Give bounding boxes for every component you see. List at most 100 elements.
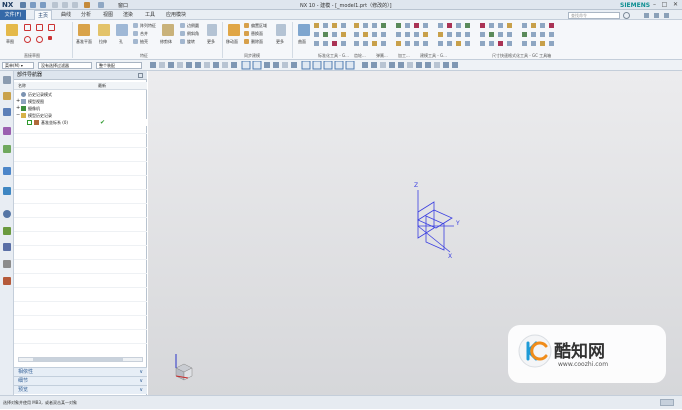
array-feature-icon[interactable] (133, 23, 138, 28)
revolve-icon[interactable] (180, 39, 185, 44)
web-browser-icon[interactable] (3, 187, 11, 195)
group-gear: 齿轮... (354, 53, 366, 58)
status-options-icon[interactable] (660, 399, 674, 406)
system-scene-icon[interactable] (3, 277, 11, 285)
tree-row-model-history[interactable]: − 模型历史记录 (14, 112, 147, 119)
reuse-library-icon[interactable] (3, 145, 11, 153)
group-separator (222, 22, 223, 58)
group-separator (292, 22, 293, 58)
navigator-horizontal-scrollbar[interactable] (18, 357, 143, 362)
more-features-label: 更多 (207, 39, 215, 44)
settings-icon[interactable] (654, 13, 659, 18)
tree-row-model-views[interactable]: + 模型视图 (14, 98, 147, 105)
gc-toolbox-icon-grid[interactable] (314, 23, 574, 51)
window-title: NX 10 - 建模 - [_model1.prt（修改的）] (300, 3, 392, 9)
datum-plane-icon[interactable] (78, 24, 90, 36)
system-materials-icon[interactable] (3, 227, 11, 235)
copy-icon[interactable] (62, 2, 68, 8)
navigator-column-header: 名称 最新 (14, 82, 147, 90)
tab-tools[interactable]: 工具 (142, 10, 158, 20)
hole-icon[interactable] (116, 24, 128, 36)
extrude-icon[interactable] (98, 24, 110, 36)
tree-row-history-mode[interactable]: 历史记录模式 (14, 91, 147, 98)
shell-icon[interactable] (133, 39, 138, 44)
selection-scope-dropdown[interactable]: 整个装配 (96, 62, 142, 69)
rectangle-icon[interactable] (36, 24, 43, 31)
edge-blend-icon[interactable] (180, 23, 185, 28)
cut-icon[interactable] (52, 2, 58, 8)
repeat-command-icon[interactable] (98, 2, 104, 8)
minimize-icon[interactable]: – (650, 1, 659, 8)
tab-home[interactable]: 主页 (34, 10, 53, 20)
tab-applications[interactable]: 应用模块 (163, 10, 189, 20)
delete-face-icon[interactable] (244, 39, 249, 44)
group-modeling-tools: 建模工具 - G... (420, 53, 447, 58)
arc-icon[interactable] (24, 36, 31, 43)
nx-logo: NX (2, 1, 14, 9)
ribbon-options[interactable] (644, 12, 674, 19)
panel-dependencies[interactable]: 相依性 ∨ (14, 367, 147, 376)
surface-icon[interactable] (298, 24, 310, 36)
expand-icon[interactable]: + (16, 105, 20, 112)
tree-row-cameras[interactable]: + 摄像机 (14, 105, 147, 112)
window-menu[interactable]: 窗口 (118, 2, 128, 9)
tab-view[interactable]: 视图 (100, 10, 116, 20)
scroll-thumb[interactable] (33, 358, 123, 361)
move-face-icon[interactable] (228, 24, 240, 36)
x-axis[interactable] (417, 225, 451, 253)
sketch-icon[interactable] (6, 24, 18, 36)
offset-region-icon[interactable] (244, 23, 249, 28)
expand-icon[interactable]: + (16, 98, 20, 105)
polyline-icon[interactable] (48, 24, 55, 31)
part-navigator-panel: 部件导航器 名称 最新 历史记录模式 + 模型视图 + 摄像机 − 模型历史记录… (14, 71, 147, 395)
circle-icon[interactable] (36, 36, 43, 43)
panel-details[interactable]: 细节 ∨ (14, 376, 147, 385)
command-search-input[interactable]: 查找命令 (568, 12, 620, 19)
x-axis-label: X (448, 253, 452, 260)
navigator-pin-icon[interactable] (138, 73, 143, 78)
tree-row-datum-csys[interactable]: 基准坐标系 (0) ✔ (14, 119, 147, 126)
tree-row-label: 历史记录模式 (28, 92, 52, 97)
undo-icon[interactable] (30, 2, 36, 8)
view-triad-icon (175, 354, 193, 381)
expand-icon[interactable] (664, 13, 669, 18)
tab-analysis[interactable]: 分析 (78, 10, 94, 20)
tab-render[interactable]: 渲染 (120, 10, 136, 20)
more-features-icon[interactable] (207, 24, 217, 36)
paste-icon[interactable] (72, 2, 78, 8)
replace-face-icon[interactable] (244, 31, 249, 36)
panel-preview[interactable]: 预览 ∨ (14, 385, 147, 394)
trim-body-icon[interactable] (162, 24, 174, 36)
hole-label: 孔 (119, 39, 123, 44)
constraint-navigator-icon[interactable] (3, 108, 11, 116)
tab-curve[interactable]: 曲线 (58, 10, 74, 20)
settings-icon[interactable] (3, 76, 11, 84)
search-icon[interactable] (623, 12, 630, 19)
selection-filter-dropdown[interactable]: 没有选择过滤器 (38, 62, 92, 69)
collapse-icon[interactable]: − (16, 112, 20, 119)
redo-icon[interactable] (40, 2, 46, 8)
line-icon[interactable] (24, 24, 31, 31)
more-sync-icon[interactable] (276, 24, 286, 36)
process-studio-icon[interactable] (3, 243, 11, 251)
roles-icon[interactable] (3, 260, 11, 268)
menu-dropdown[interactable]: 菜单(M) ▾ (2, 62, 34, 69)
datum-coordinate-system[interactable]: Z Y X (404, 176, 468, 260)
snap-point-icons[interactable] (150, 61, 470, 70)
chamfer-icon[interactable] (180, 31, 185, 36)
save-icon[interactable] (20, 2, 26, 8)
close-icon[interactable]: ✕ (671, 1, 680, 8)
maximize-icon[interactable]: □ (660, 1, 669, 8)
checkbox-icon[interactable] (27, 120, 32, 125)
help-icon[interactable] (644, 13, 649, 18)
touch-mode-icon[interactable] (84, 2, 90, 8)
assembly-navigator-icon[interactable] (3, 92, 11, 100)
datum-plane-xy[interactable] (417, 209, 453, 229)
part-navigator-icon[interactable] (3, 127, 11, 135)
point-icon[interactable] (48, 36, 52, 40)
unite-icon[interactable] (133, 31, 138, 36)
hd3d-tools-icon[interactable] (3, 167, 11, 175)
history-icon[interactable] (3, 210, 11, 218)
revolve-label: 旋转 (187, 39, 195, 44)
file-tab[interactable]: 文件(F) (0, 10, 26, 20)
